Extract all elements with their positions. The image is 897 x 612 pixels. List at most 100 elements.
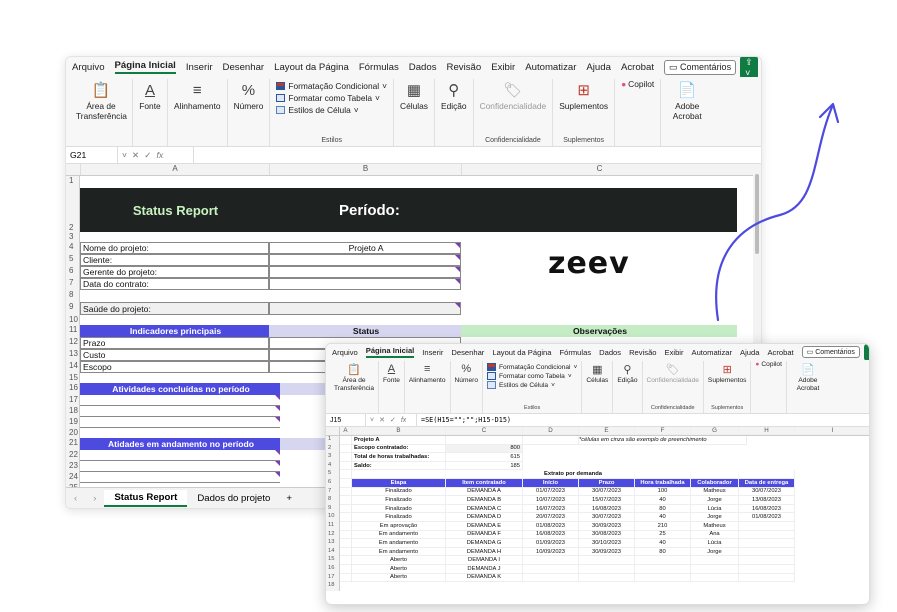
cell-inicio[interactable]: [523, 573, 579, 583]
menu-inserir[interactable]: Inserir: [186, 62, 213, 73]
cell[interactable]: [340, 521, 352, 531]
menu-pagina-inicial[interactable]: Página Inicial: [365, 346, 415, 358]
cell[interactable]: [340, 539, 352, 548]
menu-exibir[interactable]: Exibir: [491, 62, 515, 73]
cond-format-button[interactable]: Formatação Condicional ˅: [486, 363, 577, 371]
cell-colaborador[interactable]: [691, 556, 739, 565]
manager-value[interactable]: [269, 266, 461, 278]
comments-button[interactable]: ▭ Comentários: [664, 59, 737, 75]
cell-prazo[interactable]: 30/07/2023: [579, 513, 635, 522]
col-header-h[interactable]: H: [739, 427, 795, 435]
cell-inicio[interactable]: 01/07/2023: [523, 487, 579, 497]
corner-cell[interactable]: [326, 427, 340, 435]
cell-hora[interactable]: 40: [635, 539, 691, 548]
tab-dados-do-projeto[interactable]: Dados do projeto: [187, 491, 280, 506]
menu-arquivo[interactable]: Arquivo: [72, 62, 105, 73]
cell-colaborador[interactable]: Jorge: [691, 547, 739, 557]
cell-prazo[interactable]: [579, 573, 635, 583]
align-group[interactable]: ≡ Alinhamento: [168, 79, 228, 146]
summary-value[interactable]: 800: [446, 444, 523, 454]
cell-prazo[interactable]: [579, 564, 635, 574]
chevron-down-icon[interactable]: ˅: [122, 150, 127, 160]
col-header-f[interactable]: F: [635, 427, 691, 435]
cell-inicio[interactable]: 10/09/2023: [523, 547, 579, 557]
check-icon[interactable]: ✓: [390, 416, 396, 424]
menu-formulas[interactable]: Fórmulas: [559, 348, 591, 357]
ongoing-activity-cell[interactable]: [80, 472, 280, 483]
add-sheet-button[interactable]: +: [280, 493, 298, 504]
cell-colaborador[interactable]: Ana: [691, 530, 739, 540]
summary-value[interactable]: 615: [446, 453, 523, 462]
cell[interactable]: [340, 496, 352, 505]
menu-acrobat[interactable]: Acrobat: [621, 62, 654, 73]
menu-layout[interactable]: Layout da Página: [492, 348, 551, 357]
check-icon[interactable]: ✓: [144, 150, 151, 161]
col-header-a[interactable]: A: [340, 427, 352, 435]
cell-entrega[interactable]: 13/08/2023: [739, 496, 795, 505]
menu-ajuda[interactable]: Ajuda: [740, 348, 759, 357]
next-sheet-icon[interactable]: ›: [85, 493, 104, 504]
cell-etapa[interactable]: Em andamento: [352, 530, 446, 540]
col-header-a[interactable]: A: [80, 164, 269, 175]
addins-group[interactable]: ⊞ Suplementos Suplementos: [704, 361, 752, 413]
cell-inicio[interactable]: [523, 564, 579, 574]
cell-styles-button[interactable]: Estilos de Célula ˅: [486, 381, 577, 389]
cell-item[interactable]: DEMANDA I: [446, 556, 523, 565]
cell-hora[interactable]: [635, 573, 691, 583]
cell-prazo[interactable]: 30/09/2023: [579, 547, 635, 557]
cell-etapa[interactable]: Finalizado: [352, 504, 446, 514]
menu-arquivo[interactable]: Arquivo: [332, 348, 358, 357]
done-activity-cell[interactable]: [80, 417, 280, 428]
cell[interactable]: [340, 444, 352, 454]
ongoing-activity-cell[interactable]: [80, 450, 280, 461]
edit-group[interactable]: ⚲ Edição: [435, 79, 474, 146]
cell[interactable]: [340, 487, 352, 497]
adobe-group[interactable]: 📄 Adobe Acrobat: [787, 361, 829, 413]
cell-entrega[interactable]: [739, 564, 795, 574]
cell-entrega[interactable]: [739, 530, 795, 540]
addins-group[interactable]: ⊞ Suplementos Suplementos: [553, 79, 616, 146]
cell-item[interactable]: DEMANDA E: [446, 521, 523, 531]
cell[interactable]: [340, 564, 352, 574]
cell-inicio[interactable]: [523, 556, 579, 565]
menu-revisao[interactable]: Revisão: [447, 62, 482, 73]
fx-icon[interactable]: fx: [401, 417, 406, 424]
cell[interactable]: [340, 478, 352, 488]
font-group[interactable]: A Fonte: [379, 361, 405, 413]
project-name-value[interactable]: Projeto A: [269, 242, 461, 254]
cell-entrega[interactable]: [739, 521, 795, 531]
edit-group[interactable]: ⚲ Edição: [613, 361, 643, 413]
menu-automatizar[interactable]: Automatizar: [692, 348, 733, 357]
cell-item[interactable]: DEMANDA A: [446, 487, 523, 497]
cell-inicio[interactable]: 20/07/2023: [523, 513, 579, 522]
cell-etapa[interactable]: Aberto: [352, 564, 446, 574]
clipboard-group[interactable]: 📋 Área de Transferência: [70, 79, 133, 146]
menu-layout[interactable]: Layout da Página: [274, 62, 349, 73]
fx-icon[interactable]: fx: [156, 150, 163, 160]
cell-hora[interactable]: 25: [635, 530, 691, 540]
cell-colaborador[interactable]: Matheus: [691, 521, 739, 531]
cell-entrega[interactable]: 01/08/2023: [739, 513, 795, 522]
cell[interactable]: [340, 556, 352, 565]
cell-prazo[interactable]: 15/07/2023: [579, 496, 635, 505]
col-header-c[interactable]: C: [446, 427, 523, 435]
copilot-group[interactable]: ● Copilot: [615, 79, 662, 146]
cell-entrega[interactable]: [739, 539, 795, 548]
number-group[interactable]: % Número: [451, 361, 483, 413]
cell-hora[interactable]: 40: [635, 513, 691, 522]
cell-colaborador[interactable]: Lúcia: [691, 539, 739, 548]
health-value[interactable]: [269, 302, 461, 315]
cell-etapa[interactable]: Finalizado: [352, 487, 446, 497]
menu-formulas[interactable]: Fórmulas: [359, 62, 399, 73]
name-box[interactable]: J15: [326, 414, 366, 426]
cell[interactable]: [340, 453, 352, 462]
menu-acrobat[interactable]: Acrobat: [767, 348, 793, 357]
align-group[interactable]: ≡ Alinhamento: [405, 361, 451, 413]
cell-etapa[interactable]: Em andamento: [352, 539, 446, 548]
cell-inicio[interactable]: 16/08/2023: [523, 530, 579, 540]
cell-colaborador[interactable]: Lúcia: [691, 504, 739, 514]
menu-desenhar[interactable]: Desenhar: [223, 62, 265, 73]
cells-group[interactable]: ▦ Células: [582, 361, 614, 413]
menu-automatizar[interactable]: Automatizar: [525, 62, 576, 73]
table-format-button[interactable]: Formatar como Tabela ˅: [276, 93, 387, 103]
